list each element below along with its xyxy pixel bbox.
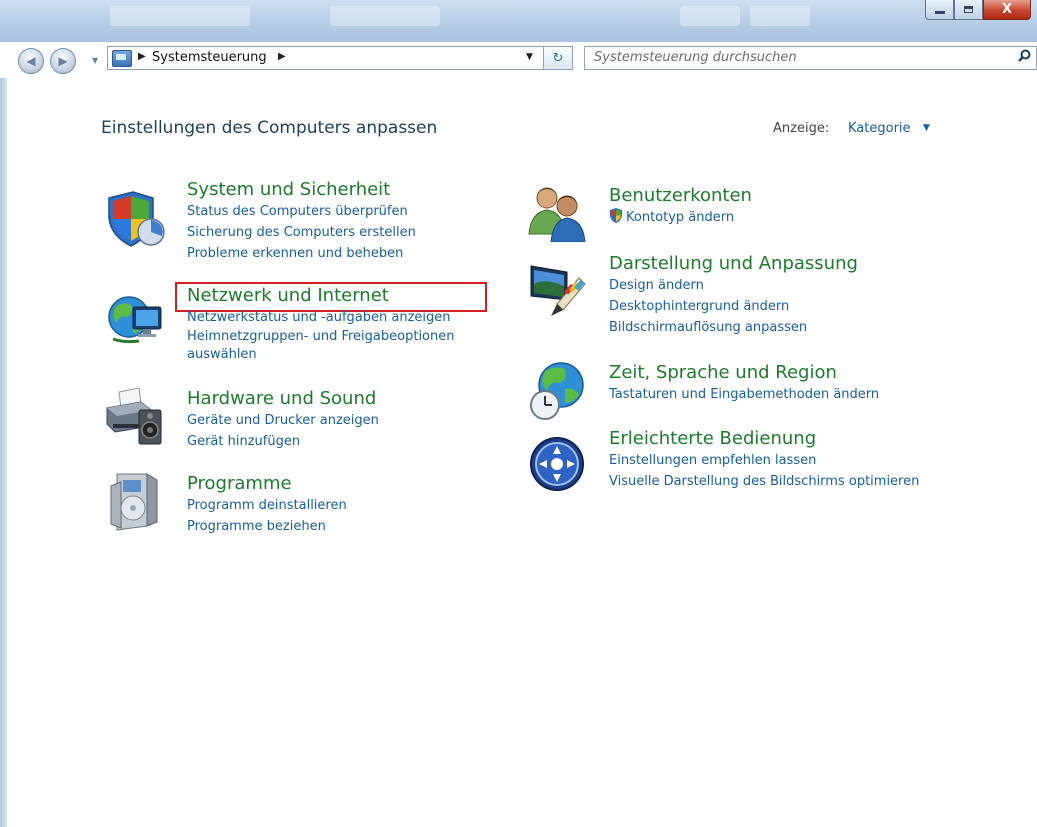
category-hardware-sound: Hardware und Sound Geräte und Drucker an… [187,388,379,452]
shield-icon [108,191,165,247]
view-mode-dropdown[interactable]: Kategorie [848,121,911,136]
view-label: Anzeige: [773,121,830,136]
title-bar: X [0,0,1037,42]
refresh-button[interactable]: ↻ [543,46,573,70]
forward-arrow-icon: ▶ [58,54,68,68]
display-paint-icon [530,265,586,316]
category-erleichterte-bedienung: Erleichterte Bedienung Einstellungen emp… [609,428,919,492]
category-benutzerkonten: Benutzerkonten Kontotyp ändern [609,185,752,228]
link[interactable]: Kontotyp ändern [626,210,734,225]
category-title[interactable]: Darstellung und Anpassung [609,253,858,275]
category-title[interactable]: Programme [187,473,347,495]
users-icon [528,187,586,242]
category-title[interactable]: Netzwerk und Internet [187,285,487,307]
minimize-icon [934,11,945,14]
category-netzwerk-internet: Netzwerk und Internet Netzwerkstatus und… [187,285,487,364]
link[interactable]: Programme beziehen [187,516,347,537]
address-dropdown-icon[interactable]: ▼ [526,52,533,62]
link[interactable]: Design ändern [609,275,858,296]
link[interactable]: Bildschirmauflösung anpassen [609,317,858,338]
window-controls: X [925,0,1031,20]
maximize-button[interactable] [954,0,983,20]
control-panel-icon [112,50,132,67]
close-button[interactable]: X [983,0,1031,20]
blurred-title [110,6,250,26]
globe-clock-icon [530,362,584,420]
link[interactable]: Geräte und Drucker anzeigen [187,410,379,431]
network-globe-icon [108,296,162,344]
search-input[interactable]: Systemsteuerung durchsuchen [584,46,1037,70]
blurred-toolbar [330,6,440,26]
maximize-icon [964,6,973,13]
address-bar[interactable]: ▶ Systemsteuerung ▶ ▼ [107,46,567,70]
link[interactable]: Desktophintergrund ändern [609,296,858,317]
search-icon[interactable] [1018,49,1031,62]
history-dropdown-icon[interactable]: ▼ [92,56,98,65]
link[interactable]: Tastaturen und Eingabemethoden ändern [609,384,879,405]
link[interactable]: Netzwerkstatus und -aufgaben anzeigen [187,307,487,328]
blurred-tab [680,6,740,26]
category-title[interactable]: Benutzerkonten [609,185,752,207]
category-title[interactable]: Hardware und Sound [187,388,379,410]
category-title[interactable]: System und Sicherheit [187,179,416,201]
breadcrumb-arrow-icon[interactable]: ▶ [278,51,286,62]
link[interactable]: Visuelle Darstellung des Bildschirms opt… [609,471,919,492]
blurred-tab [750,6,810,26]
category-programme: Programme Programm deinstallieren Progra… [187,473,347,537]
category-title[interactable]: Erleichterte Bedienung [609,428,919,450]
back-arrow-icon: ◀ [26,54,36,68]
window-left-border [0,78,7,827]
category-zeit-sprache-region: Zeit, Sprache und Region Tastaturen und … [609,362,879,405]
link[interactable]: Einstellungen empfehlen lassen [609,450,919,471]
content-area: Einstellungen des Computers anpassen Anz… [7,78,1037,827]
chevron-down-icon[interactable]: ▼ [923,123,930,133]
forward-button[interactable]: ▶ [50,48,76,74]
breadcrumb-arrow-icon[interactable]: ▶ [138,51,146,62]
category-title[interactable]: Zeit, Sprache und Region [609,362,879,384]
link[interactable]: Programm deinstallieren [187,495,347,516]
printer-speaker-icon [106,387,162,445]
link[interactable]: Gerät hinzufügen [187,431,379,452]
back-button[interactable]: ◀ [18,48,44,74]
search-placeholder: Systemsteuerung durchsuchen [594,50,797,65]
link[interactable]: Heimnetzgruppen- und Freigabeoptionen au… [187,328,487,364]
breadcrumb-systemsteuerung[interactable]: Systemsteuerung [152,50,267,65]
link-with-shield[interactable]: Kontotyp ändern [609,207,752,228]
close-icon: X [1001,2,1013,17]
category-system-sicherheit: System und Sicherheit Status des Compute… [187,179,416,264]
accessibility-icon [530,437,584,491]
refresh-icon: ↻ [552,50,564,66]
uac-shield-icon [610,208,622,223]
link[interactable]: Sicherung des Computers erstellen [187,222,416,243]
page-title: Einstellungen des Computers anpassen [101,118,438,138]
minimize-button[interactable] [925,0,954,20]
programs-disc-icon [110,473,158,531]
link[interactable]: Probleme erkennen und beheben [187,243,416,264]
link[interactable]: Status des Computers überprüfen [187,201,416,222]
category-darstellung-anpassung: Darstellung und Anpassung Design ändern … [609,253,858,338]
